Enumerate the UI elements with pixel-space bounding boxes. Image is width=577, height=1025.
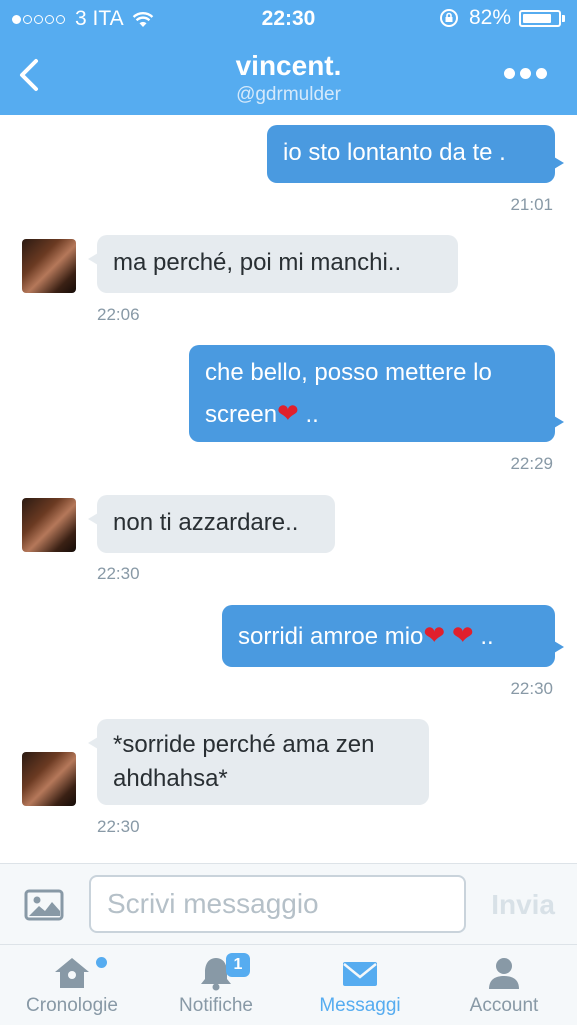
conversation-name: vincent. xyxy=(235,50,342,81)
tab-messaggi[interactable]: Messaggi xyxy=(288,945,432,1025)
heart-icon: ❤ xyxy=(277,398,299,428)
outgoing-message[interactable]: che bello, posso mettere lo screen❤ .. xyxy=(189,345,564,442)
new-content-dot xyxy=(96,957,107,968)
avatar[interactable] xyxy=(22,498,76,552)
rotation-lock-icon xyxy=(439,9,458,27)
message-text: sorridi amroe mio xyxy=(238,623,424,650)
battery-percent: 82% xyxy=(468,6,511,29)
dot xyxy=(504,68,515,79)
tab-label: Messaggi xyxy=(319,995,401,1016)
dot xyxy=(520,68,531,79)
tab-label: Cronologie xyxy=(26,995,118,1016)
battery-icon xyxy=(519,9,561,27)
tab-label: Notifiche xyxy=(179,995,253,1016)
message-text: .. xyxy=(298,401,319,428)
dot xyxy=(536,68,547,79)
send-button[interactable]: Invia xyxy=(491,889,555,921)
message-input[interactable] xyxy=(89,875,466,933)
message-timestamp: 22:29 xyxy=(510,454,553,473)
message-timestamp: 22:30 xyxy=(510,679,553,698)
battery-tip xyxy=(562,14,565,22)
message-text: *sorride perché ama zen ahdhahsa* xyxy=(113,731,375,792)
message-text: ma perché, poi mi manchi.. xyxy=(113,249,402,276)
photo-icon[interactable] xyxy=(24,889,64,921)
message-text: .. xyxy=(473,623,494,650)
heart-icon: ❤ xyxy=(451,620,474,650)
message-timestamp: 22:30 xyxy=(97,817,140,836)
more-options-icon[interactable] xyxy=(499,68,547,79)
tab-cronologie[interactable]: Cronologie xyxy=(0,945,144,1025)
envelope-icon xyxy=(343,962,377,986)
incoming-message[interactable]: ma perché, poi mi manchi.. xyxy=(88,235,458,293)
battery-level xyxy=(523,13,551,23)
message-text: screen xyxy=(205,401,278,428)
header: 3 ITA 22:30 82% vincent. @gdrmulder xyxy=(0,0,577,115)
message-text-line-2: screen❤ .. xyxy=(205,393,539,435)
incoming-message[interactable]: non ti azzardare.. xyxy=(88,495,335,553)
message-timestamp: 22:06 xyxy=(97,305,140,324)
message-timestamp: 21:01 xyxy=(510,195,553,214)
avatar[interactable] xyxy=(22,239,76,293)
conversation-handle: @gdrmulder xyxy=(236,84,341,105)
avatar[interactable] xyxy=(22,752,76,806)
battery-area: 82% xyxy=(439,6,565,30)
person-icon xyxy=(489,958,519,989)
incoming-message[interactable]: *sorride perché ama zen ahdhahsa* xyxy=(88,719,429,805)
message-text: che bello, posso mettere lo xyxy=(205,359,492,386)
home-icon xyxy=(55,958,89,988)
compose-bar: Invia xyxy=(0,863,577,944)
outgoing-message[interactable]: io sto lontanto da te . xyxy=(267,125,564,183)
message-text: non ti azzardare.. xyxy=(113,509,299,536)
tab-account[interactable]: Account xyxy=(432,945,576,1025)
status-bar: 3 ITA 22:30 82% xyxy=(0,0,577,38)
notification-count-badge: 1 xyxy=(226,953,250,977)
tab-label: Account xyxy=(469,995,539,1016)
tab-bar: Cronologie 1 Notifiche Messaggi Account xyxy=(0,944,577,1025)
message-timestamp: 22:30 xyxy=(97,564,140,583)
heart-icon: ❤ xyxy=(423,620,446,650)
tab-notifiche[interactable]: 1 Notifiche xyxy=(144,945,288,1025)
message-text: io sto lontanto da te . xyxy=(283,139,506,166)
outgoing-message[interactable]: sorridi amroe mio❤ ❤ .. xyxy=(222,605,564,667)
